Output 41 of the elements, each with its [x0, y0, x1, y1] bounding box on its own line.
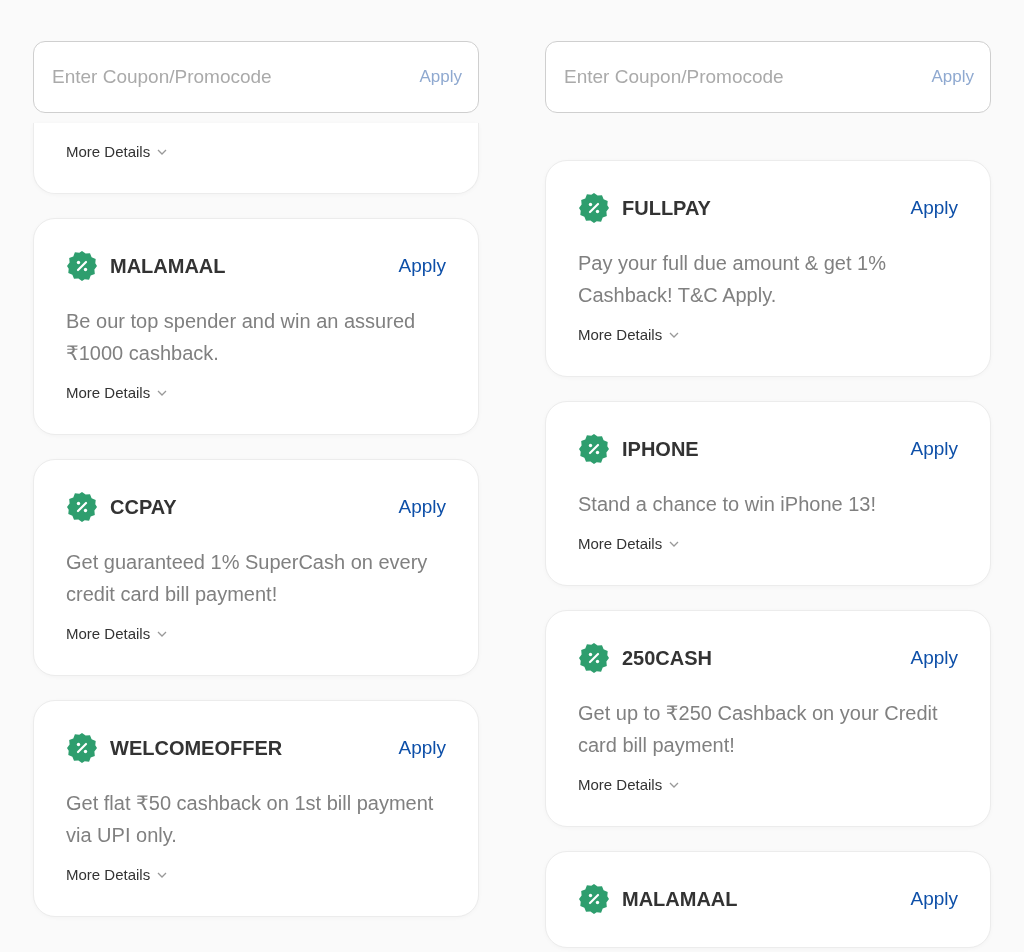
discount-badge-icon [578, 433, 610, 465]
coupon-code: IPHONE [622, 437, 700, 461]
chevron-down-icon [157, 390, 168, 396]
discount-badge-icon [66, 732, 98, 764]
offer-description: Get guaranteed 1% SuperCash on every credit card bill payment! [66, 550, 429, 607]
chevron-down-icon [669, 541, 680, 547]
coupon-code: WELCOMEOFFER [110, 736, 284, 760]
apply-button[interactable]: Apply [910, 888, 958, 910]
apply-button[interactable]: Apply [398, 255, 446, 277]
more-details-link[interactable]: More Details [66, 624, 168, 644]
discount-badge-icon [66, 491, 98, 523]
coupon-code: CCPAY [110, 495, 178, 519]
more-details-link[interactable]: More Details [578, 325, 680, 345]
more-details-link[interactable]: More Details [66, 865, 168, 885]
apply-button[interactable]: Apply [910, 197, 958, 219]
offer-description: Pay your full due amount & get 1% Cashback! T&C Apply. [578, 251, 887, 308]
chevron-down-icon [157, 149, 168, 155]
coupon-code: MALAMAAL [110, 254, 227, 278]
offer-description: Get flat ₹50 cashback on 1st bill payment via UPI only. [66, 791, 435, 848]
coupon-code: FULLPAY [622, 196, 712, 220]
more-details-link[interactable]: More Details [578, 775, 680, 795]
apply-button[interactable]: Apply [910, 438, 958, 460]
more-details-link[interactable]: More Details [578, 534, 680, 554]
chevron-down-icon [669, 782, 680, 788]
offer-description: Stand a chance to win iPhone 13! [578, 492, 877, 517]
apply-button[interactable]: Apply [398, 737, 446, 759]
more-details-link[interactable]: More Details [66, 383, 168, 403]
chevron-down-icon [157, 631, 168, 637]
more-details-link[interactable]: More Details [66, 142, 168, 162]
chevron-down-icon [669, 332, 680, 338]
discount-badge-icon [578, 642, 610, 674]
coupon-code: MALAMAAL [622, 887, 739, 911]
apply-button[interactable]: Apply [398, 496, 446, 518]
offer-description: Get up to ₹250 Cashback on your Credit card bill payment! [578, 701, 939, 758]
apply-button[interactable]: Apply [910, 647, 958, 669]
discount-badge-icon [578, 192, 610, 224]
discount-badge-icon [578, 883, 610, 915]
coupon-code: 250CASH [622, 646, 714, 670]
chevron-down-icon [157, 872, 168, 878]
discount-badge-icon [66, 250, 98, 282]
offer-description: Be our top spender and win an assured ₹1000 cashback. [66, 309, 417, 366]
